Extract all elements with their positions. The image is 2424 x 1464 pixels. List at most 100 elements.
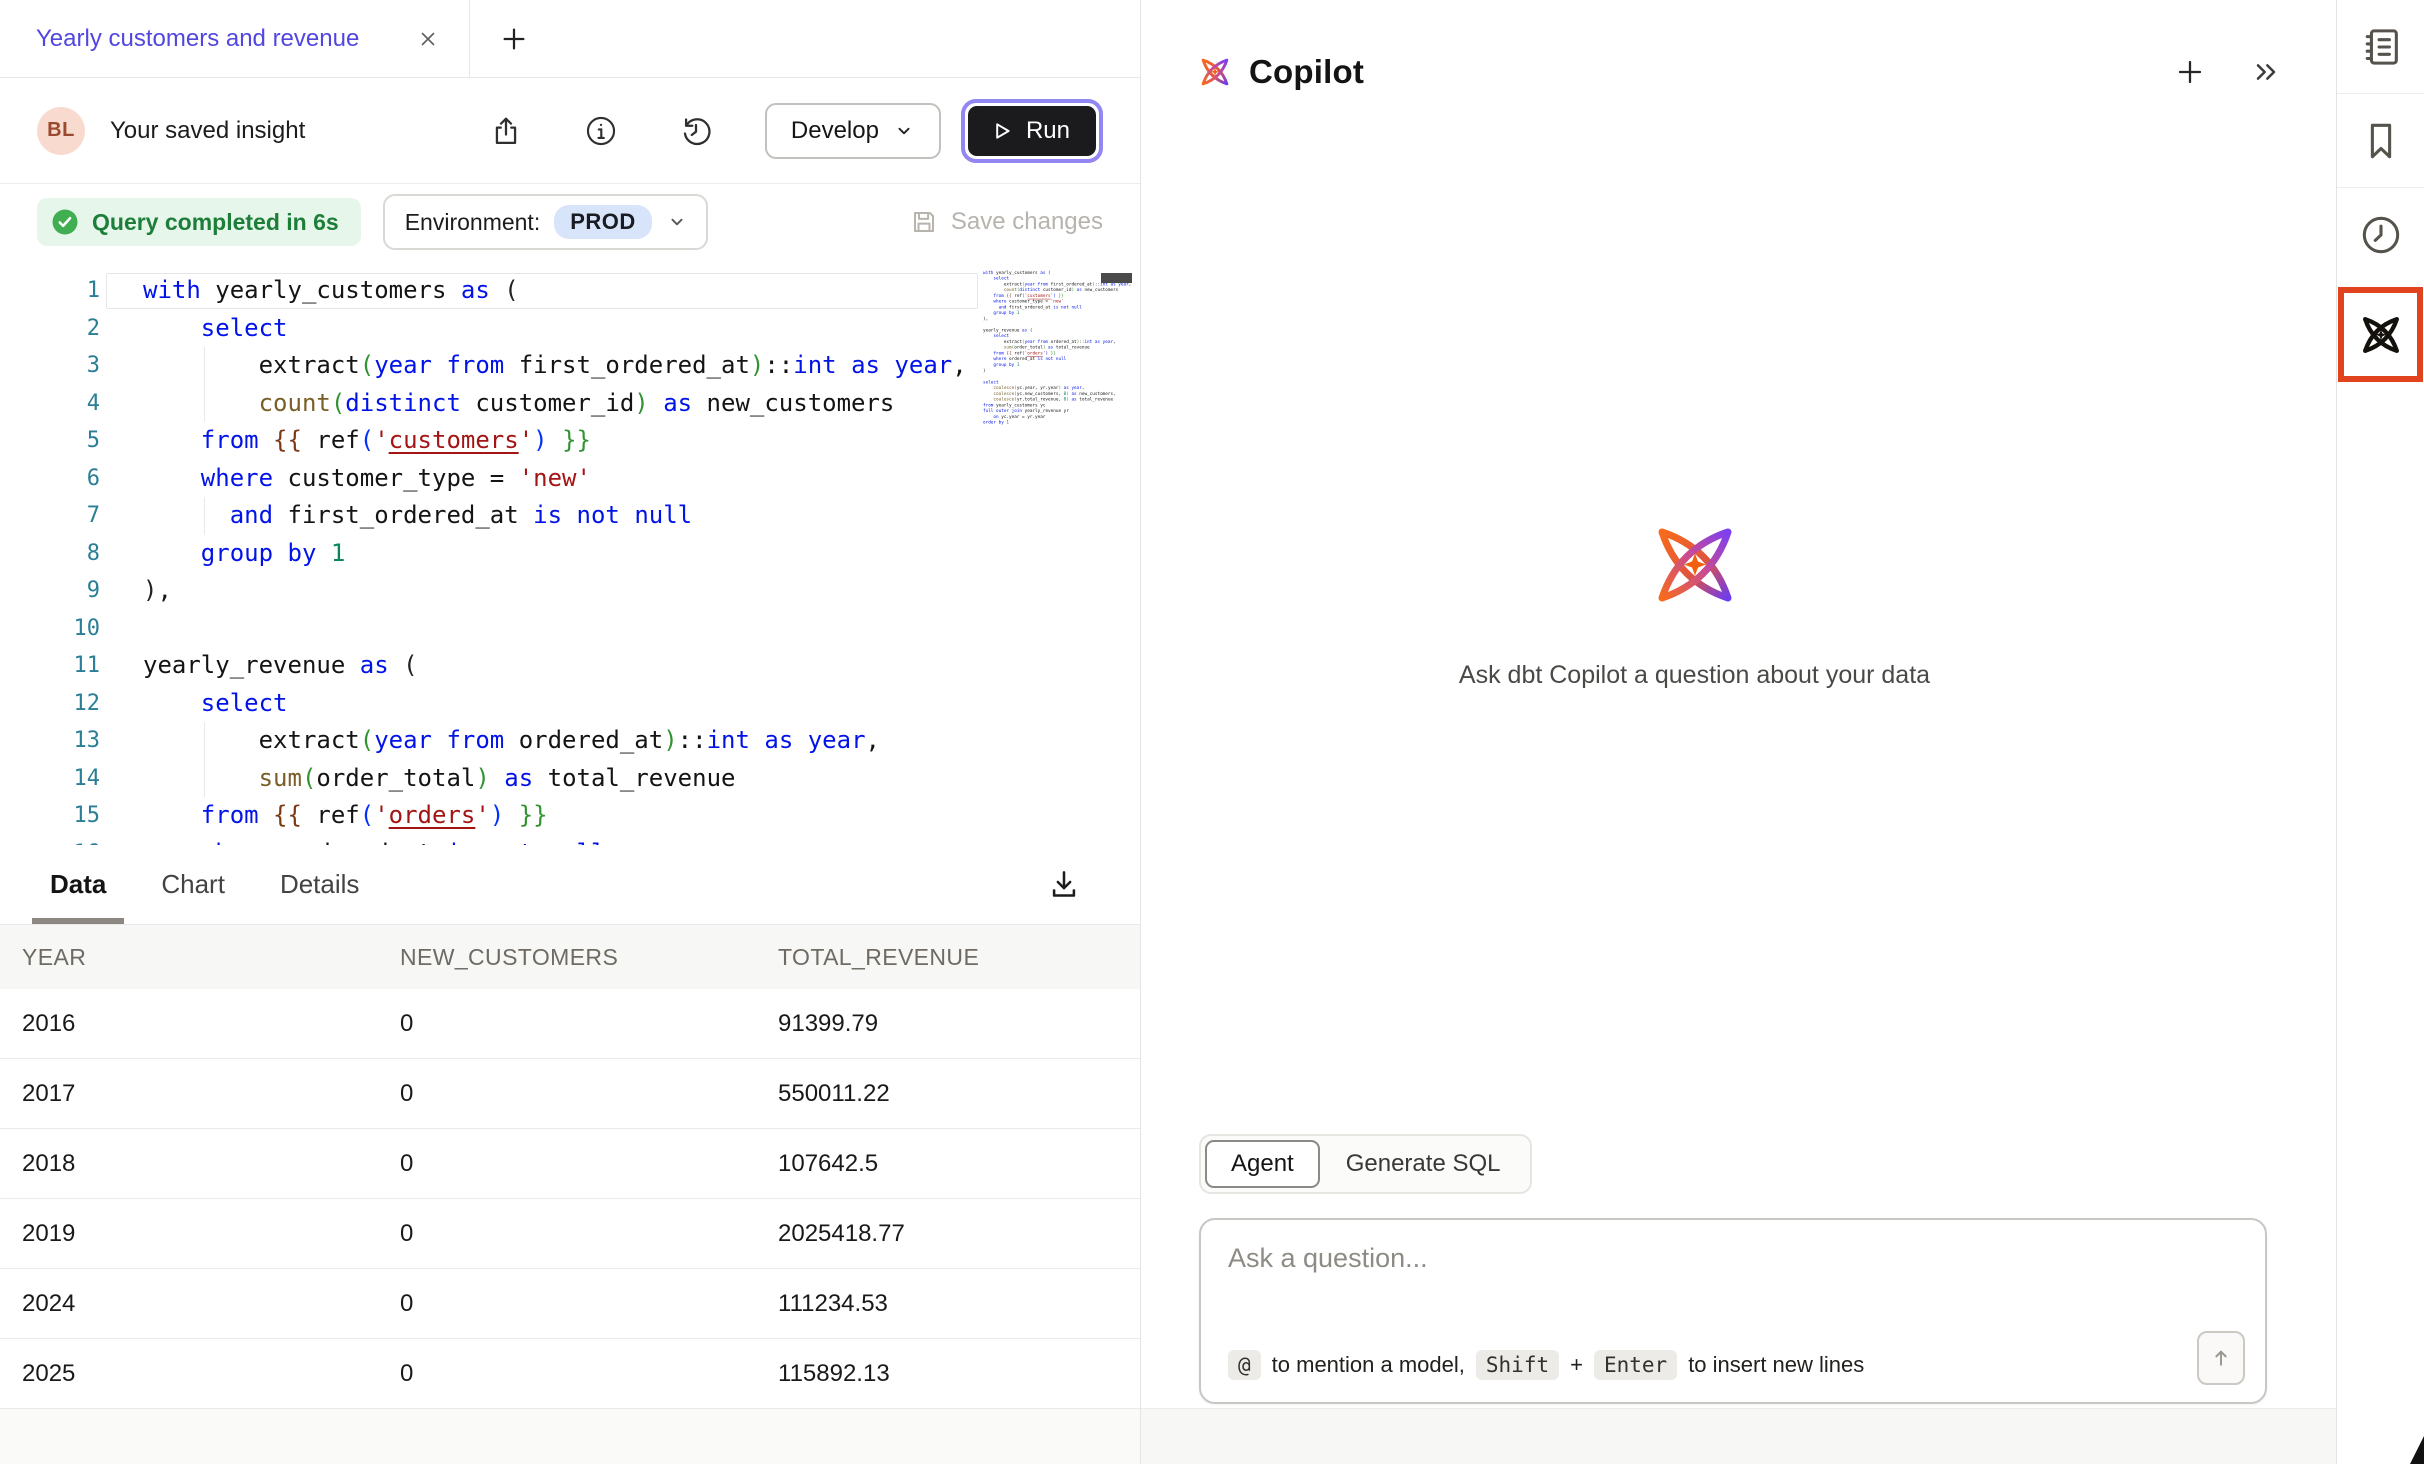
query-status-text: Query completed in 6s (92, 209, 339, 236)
table-cell: 550011.22 (778, 1080, 1140, 1108)
code-line: 9), (0, 572, 1140, 610)
table-cell: 115892.13 (778, 1360, 1140, 1388)
table-cell: 0 (400, 1080, 778, 1108)
code-line: 2 select (0, 310, 1140, 348)
code-line: 8 group by 1 (0, 535, 1140, 573)
environment-selector[interactable]: Environment: PROD (383, 194, 708, 250)
status-bar: Query completed in 6s Environment: PROD … (0, 184, 1140, 260)
at-key-badge: @ (1228, 1350, 1261, 1380)
table-row[interactable]: 201902025418.77 (0, 1199, 1140, 1269)
new-tab-button[interactable] (486, 0, 542, 77)
query-status-badge: Query completed in 6s (37, 198, 361, 246)
sidebar-item-history[interactable] (2337, 188, 2424, 282)
info-button[interactable] (582, 112, 620, 150)
table-row[interactable]: 20250115892.13 (0, 1339, 1140, 1409)
dbt-copilot-logo (1645, 515, 1745, 615)
chevrons-right-icon (2250, 56, 2282, 88)
results-table-footer (0, 1409, 1140, 1464)
insight-title: Your saved insight (110, 117, 305, 145)
table-row[interactable]: 2016091399.79 (0, 989, 1140, 1059)
table-cell: 2018 (22, 1150, 400, 1178)
enter-key-badge: Enter (1594, 1350, 1677, 1380)
code-line: 5 from {{ ref('customers') }} (0, 422, 1140, 460)
table-cell: 2016 (22, 1010, 400, 1038)
table-cell: 0 (400, 1150, 778, 1178)
history-button[interactable] (677, 112, 715, 150)
code-line: 12 select (0, 685, 1140, 723)
editor-minimap[interactable]: with yearly_customers as ( select extrac… (983, 270, 1133, 830)
copilot-panel: Copilot Ask dbt Copilot a question about… (1140, 0, 2336, 1464)
code-line: 13 extract(year from ordered_at)::int as… (0, 722, 1140, 760)
table-cell: 0 (400, 1290, 778, 1318)
code-line: 1with yearly_customers as ( (0, 272, 1140, 310)
toolbar-actions: Develop Run (430, 99, 1103, 163)
download-results-button[interactable] (1044, 865, 1084, 905)
copilot-empty-text: Ask dbt Copilot a question about your da… (1459, 661, 1930, 690)
table-cell: 2024 (22, 1290, 400, 1318)
input-placeholder: Ask a question... (1228, 1243, 1428, 1274)
tab-yearly-customers-and-revenue[interactable]: Yearly customers and revenue (0, 0, 470, 77)
sidebar-item-catalog[interactable] (2337, 0, 2424, 94)
run-button[interactable]: Run (968, 106, 1096, 156)
share-button[interactable] (487, 112, 525, 150)
tab-details[interactable]: Details (280, 845, 359, 924)
code-line: 3 extract(year from first_ordered_at)::i… (0, 347, 1140, 385)
table-cell: 0 (400, 1220, 778, 1248)
sql-editor[interactable]: 1with yearly_customers as (2 select3 ext… (0, 260, 1140, 845)
tab-chart[interactable]: Chart (161, 845, 225, 924)
table-cell: 91399.79 (778, 1010, 1140, 1038)
plus-icon (2174, 56, 2206, 88)
chevron-down-icon (893, 120, 915, 142)
shift-key-badge: Shift (1476, 1350, 1559, 1380)
code-line: 14 sum(order_total) as total_revenue (0, 760, 1140, 798)
send-button[interactable] (2197, 1331, 2245, 1385)
code-line: 7 and first_ordered_at is not null (0, 497, 1140, 535)
editor-scrollbar-thumb[interactable] (1101, 273, 1132, 283)
table-row[interactable]: 20170550011.22 (0, 1059, 1140, 1129)
table-cell: 111234.53 (778, 1290, 1140, 1318)
dbt-copilot-icon (2357, 311, 2405, 359)
table-cell: 2019 (22, 1220, 400, 1248)
collapse-panel-button[interactable] (2248, 54, 2284, 90)
table-cell: 2025 (22, 1360, 400, 1388)
copilot-header: Copilot (1197, 44, 2284, 100)
develop-dropdown[interactable]: Develop (765, 103, 941, 159)
table-cell: 0 (400, 1360, 778, 1388)
run-label: Run (1026, 117, 1070, 145)
share-icon (489, 114, 523, 148)
avatar-initials: BL (47, 119, 75, 142)
table-cell: 0 (400, 1010, 778, 1038)
sidebar-item-copilot-highlighted[interactable] (2338, 287, 2423, 382)
save-changes-button[interactable]: Save changes (909, 207, 1103, 237)
tab-bar: Yearly customers and revenue (0, 0, 1140, 78)
copilot-footer-strip (1141, 1408, 2336, 1464)
copilot-question-input[interactable]: Ask a question... @ to mention a model, … (1199, 1218, 2267, 1404)
code-line: 11yearly_revenue as ( (0, 647, 1140, 685)
table-row[interactable]: 20180107642.5 (0, 1129, 1140, 1199)
new-conversation-button[interactable] (2172, 54, 2208, 90)
input-hint: @ to mention a model, Shift + Enter to i… (1228, 1350, 1864, 1380)
column-header-total-revenue[interactable]: TOTAL_REVENUE (778, 944, 1140, 971)
code-line: 4 count(distinct customer_id) as new_cus… (0, 385, 1140, 423)
bookmark-icon (2358, 118, 2404, 164)
copilot-title: Copilot (1249, 53, 1364, 91)
run-button-focus-ring: Run (961, 99, 1103, 163)
close-tab-icon[interactable] (413, 24, 443, 54)
code-line: 10 (0, 610, 1140, 648)
right-sidebar-rail (2336, 0, 2424, 1464)
table-row[interactable]: 20240111234.53 (0, 1269, 1140, 1339)
column-header-year[interactable]: YEAR (22, 944, 400, 971)
column-header-new-customers[interactable]: NEW_CUSTOMERS (400, 944, 778, 971)
table-cell: 2025418.77 (778, 1220, 1140, 1248)
sidebar-item-saved[interactable] (2337, 94, 2424, 188)
query-panel: Yearly customers and revenue BL Your sav… (0, 0, 1140, 1464)
avatar[interactable]: BL (37, 107, 85, 155)
table-cell: 2017 (22, 1080, 400, 1108)
history-icon (679, 114, 713, 148)
tab-data[interactable]: Data (50, 845, 106, 924)
mode-agent-button[interactable]: Agent (1205, 1140, 1320, 1188)
environment-value-badge: PROD (554, 205, 652, 239)
mode-generate-sql-button[interactable]: Generate SQL (1320, 1142, 1527, 1186)
table-cell: 107642.5 (778, 1150, 1140, 1178)
code-lines: 1with yearly_customers as (2 select3 ext… (0, 272, 1140, 845)
